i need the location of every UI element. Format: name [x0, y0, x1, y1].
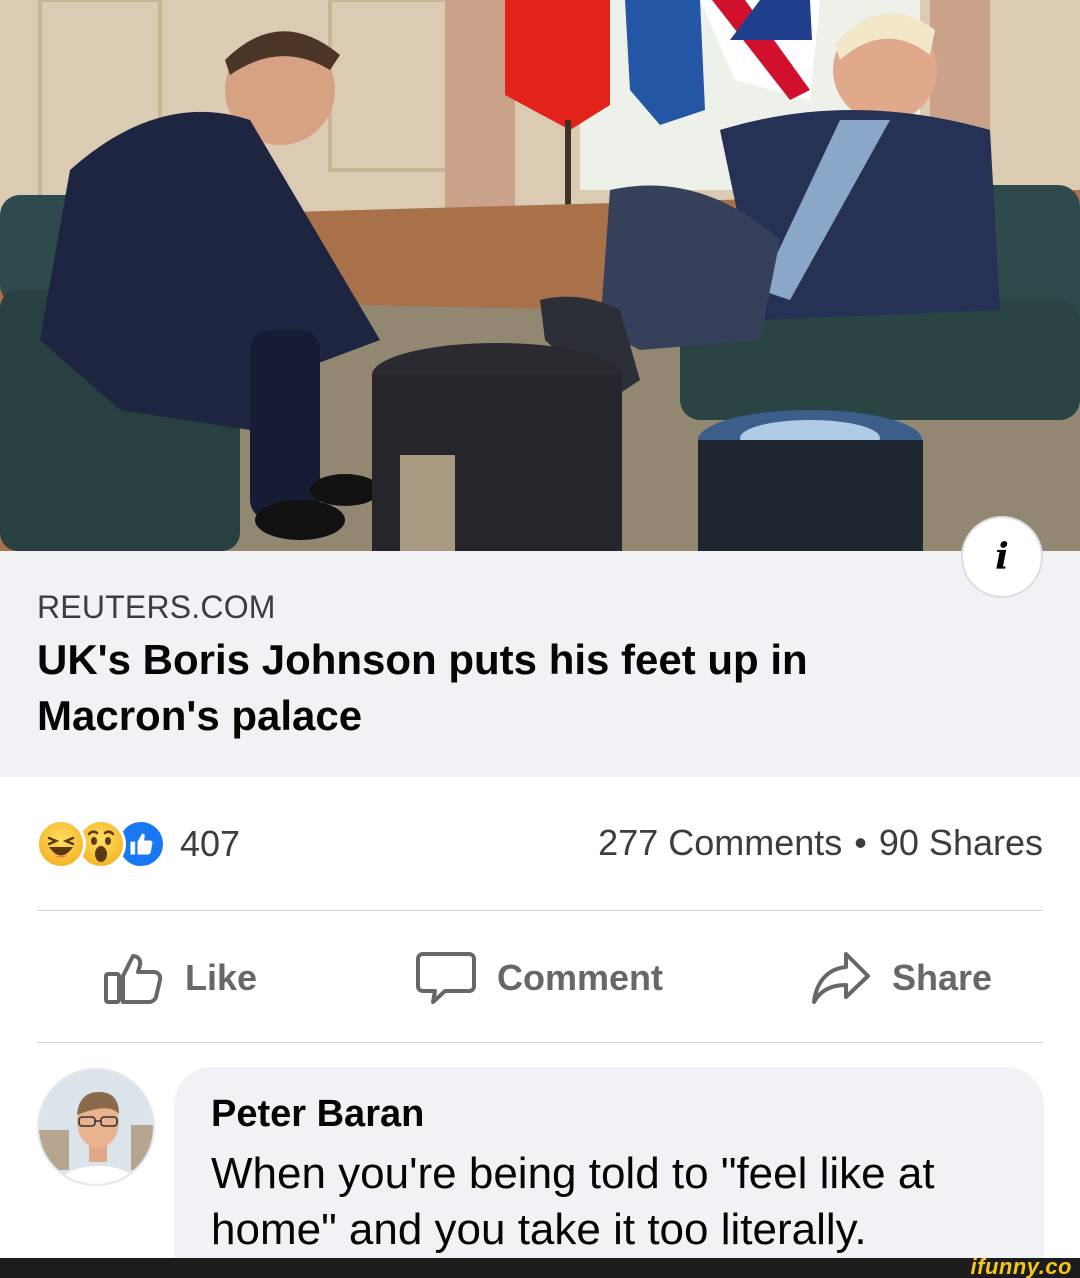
comments-count[interactable]: 277 Comments	[598, 822, 842, 864]
share-label: Share	[892, 957, 993, 998]
link-domain: REUTERS.COM	[37, 589, 276, 625]
engagement-stats: 277 Comments • 90 Shares	[598, 822, 1043, 864]
like-label: Like	[185, 957, 258, 998]
commenter-avatar[interactable]	[37, 1068, 155, 1186]
shares-count[interactable]: 90 Shares	[879, 822, 1043, 864]
like-button[interactable]: Like	[101, 948, 257, 1008]
share-arrow-icon	[812, 952, 870, 1004]
info-icon[interactable]: i	[961, 516, 1043, 598]
photo-illustration	[0, 0, 1080, 551]
avatar-portrait	[39, 1070, 153, 1184]
haha-icon	[36, 819, 86, 869]
post-photo[interactable]	[0, 0, 1080, 551]
reaction-count: 407	[180, 823, 241, 864]
share-button[interactable]: Share	[810, 948, 992, 1008]
stats-separator: •	[854, 822, 867, 863]
divider-bottom	[37, 1042, 1043, 1043]
watermark-logo: ifunny.co	[970, 1254, 1072, 1278]
comment-text: When you're being told to "feel like at …	[211, 1149, 935, 1254]
comment-author[interactable]: Peter Baran	[211, 1093, 424, 1136]
watermark-bar	[0, 1258, 1080, 1278]
divider-top	[37, 910, 1043, 911]
reactions-summary[interactable]: 407	[36, 816, 240, 872]
link-title[interactable]: UK's Boris Johnson puts his feet up in M…	[37, 632, 937, 744]
comment-button[interactable]: Comment	[415, 948, 663, 1008]
action-bar: Like Comment Share	[0, 912, 1080, 1042]
comment-label: Comment	[497, 957, 664, 998]
thumbs-up-icon	[104, 954, 163, 1004]
speech-bubble-icon	[416, 952, 476, 1004]
